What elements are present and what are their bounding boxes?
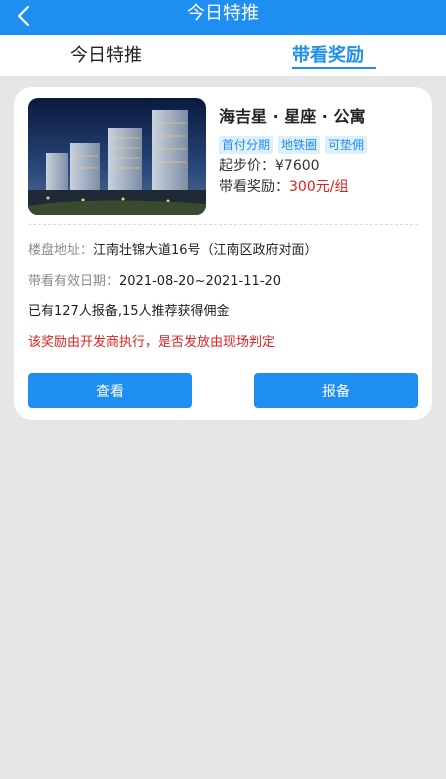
price-value: ¥7600 xyxy=(275,158,320,174)
address-label: 楼盘地址： xyxy=(28,243,94,258)
validity-period: 带看有效日期：2021-08-20~2021-11-20 xyxy=(28,273,281,291)
tag-metro-area: 地铁圈 xyxy=(278,136,321,154)
divider xyxy=(28,224,418,225)
view-button[interactable]: 查看 xyxy=(28,373,192,408)
price-label: 起步价： xyxy=(219,158,275,174)
starting-price: 起步价：¥7600 xyxy=(219,157,320,175)
feature-tags: 首付分期 地铁圈 可垫佣 xyxy=(219,136,368,154)
validity-value: 2021-08-20~2021-11-20 xyxy=(119,274,282,289)
page-title: 今日特推 xyxy=(187,3,259,24)
reward-label: 带看奖励： xyxy=(219,179,289,195)
address-value: 江南壮锦大道16号（江南区政府对面） xyxy=(93,243,318,258)
validity-label: 带看有效日期： xyxy=(28,274,120,289)
property-name: 海吉星 · 星座 · 公寓 xyxy=(219,107,366,126)
top-navigation-bar: 今日特推 xyxy=(0,0,446,35)
property-image[interactable] xyxy=(28,98,206,215)
report-button[interactable]: 报备 xyxy=(254,373,418,408)
reward-notice: 该奖励由开发商执行，是否发放由现场判定 xyxy=(28,335,276,350)
tag-down-payment-installment: 首付分期 xyxy=(219,136,274,154)
tag-commission-advance: 可垫佣 xyxy=(325,136,368,154)
reward-value: 300元/组 xyxy=(289,179,349,195)
report-stats: 已有127人报备,15人推荐获得佣金 xyxy=(28,304,230,319)
tab-viewing-reward[interactable]: 带看奖励 xyxy=(292,44,364,68)
viewing-reward: 带看奖励：300元/组 xyxy=(219,178,348,196)
tab-bar: 今日特推 带看奖励 xyxy=(0,35,446,76)
property-address: 楼盘地址：江南壮锦大道16号（江南区政府对面） xyxy=(28,242,318,260)
active-tab-indicator xyxy=(292,67,376,69)
listing-card: 海吉星 · 星座 · 公寓 首付分期 地铁圈 可垫佣 起步价：¥7600 带看奖… xyxy=(14,87,432,420)
tab-today-special[interactable]: 今日特推 xyxy=(70,44,142,68)
